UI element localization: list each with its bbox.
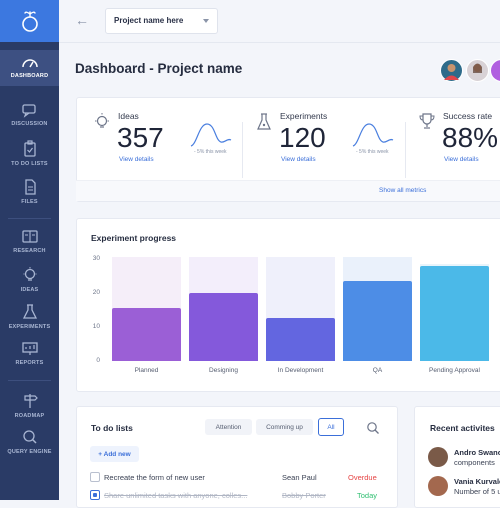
task-title: Recreate the form of new user <box>104 473 205 482</box>
sidebar-item-dashboard[interactable]: DASHBOARD <box>0 50 59 86</box>
sidebar-item-to-do-lists[interactable]: TO DO LISTS <box>0 140 59 170</box>
metric-divider <box>405 122 406 178</box>
activity-user: Vania Kurvale <box>454 477 500 486</box>
task-assignee: Bobby Porter <box>282 491 326 500</box>
avatar[interactable] <box>428 447 448 467</box>
y-tick-label: 30 <box>92 254 100 262</box>
metric-label: Success rate <box>443 111 493 121</box>
avatar[interactable] <box>490 59 500 82</box>
todo-title: To do lists <box>91 423 133 433</box>
trophy-icon <box>419 113 435 129</box>
avatar[interactable] <box>440 59 463 82</box>
bar[interactable] <box>266 318 335 361</box>
sidebar-item-discussion[interactable]: DISCUSSION <box>0 104 59 134</box>
back-arrow-icon[interactable]: ← <box>75 12 89 28</box>
sidebar-item-reports[interactable]: REPORTS <box>0 341 59 371</box>
sidebar: DASHBOARD DISCUSSION TO DO LISTS FILES R… <box>0 0 59 500</box>
project-select-value: Project name here <box>114 16 184 25</box>
metric-change: - 5% this week <box>194 149 227 155</box>
view-details-link[interactable]: View details <box>119 156 154 163</box>
book-icon <box>21 230 38 243</box>
app-logo[interactable] <box>0 0 59 42</box>
show-all-metrics-link[interactable]: Show all metrics <box>379 187 426 194</box>
task-checkbox[interactable] <box>90 472 100 482</box>
file-icon <box>24 179 36 195</box>
sidebar-item-experiments[interactable]: EXPERIMENTS <box>0 303 59 333</box>
sparkline <box>190 123 232 147</box>
project-select[interactable]: Project name here <box>105 8 218 34</box>
y-tick-label: 10 <box>92 322 100 330</box>
sidebar-item-label: FILES <box>21 199 38 205</box>
sidebar-item-label: IDEAS <box>20 287 39 293</box>
top-bar: ← Project name here <box>59 0 500 43</box>
page-title: Dashboard - Project name <box>75 61 243 76</box>
metric-label: Experiments <box>280 111 328 121</box>
signpost-icon <box>23 394 38 408</box>
filter-all-button[interactable]: All <box>318 418 344 436</box>
sidebar-item-query-engine[interactable]: QUERY ENGINE <box>0 428 59 458</box>
metric-value: 357 <box>117 122 164 153</box>
chat-icon <box>21 104 36 118</box>
sidebar-item-research[interactable]: RESEARCH <box>0 229 59 259</box>
avatar[interactable] <box>428 476 448 496</box>
chevron-down-icon <box>203 19 209 23</box>
task-title: Share unlimited tasks with anyone, colle… <box>104 491 248 500</box>
lightbulb-icon <box>23 267 36 281</box>
metrics-footer: Show all metrics <box>76 180 500 201</box>
sidebar-item-label: QUERY ENGINE <box>7 449 52 455</box>
metric-value: 120 <box>279 122 326 153</box>
sidebar-item-roadmap[interactable]: ROADMAP <box>0 392 59 422</box>
task-status: Today <box>357 491 378 500</box>
search-icon[interactable] <box>366 421 380 435</box>
sidebar-divider <box>8 218 51 219</box>
metric-label: Ideas <box>118 111 139 121</box>
view-details-link[interactable]: View details <box>281 156 316 163</box>
add-new-button[interactable]: + Add new <box>90 446 139 462</box>
x-tick-label: Pending Approval <box>429 367 480 374</box>
bar[interactable] <box>420 265 489 361</box>
y-tick-label: 0 <box>96 357 100 364</box>
sidebar-item-label: RESEARCH <box>13 248 46 254</box>
user-photo <box>444 64 459 80</box>
sidebar-item-label: DISCUSSION <box>11 121 48 127</box>
activity-user: Andro Swano <box>454 448 500 457</box>
task-checkbox[interactable] <box>90 490 100 500</box>
activities-title: Recent activites <box>430 423 495 433</box>
filter-coming-up-button[interactable]: Comming up <box>256 419 313 435</box>
task-status: Overdue <box>348 473 377 482</box>
user-photo <box>473 63 482 73</box>
presentation-icon <box>21 342 38 355</box>
task-assignee: Sean Paul <box>282 473 317 482</box>
lightbulb-icon <box>95 113 109 128</box>
bar[interactable] <box>189 292 258 361</box>
chart-title: Experiment progress <box>91 233 177 243</box>
sidebar-item-ideas[interactable]: IDEAS <box>0 266 59 296</box>
gauge-icon <box>21 59 38 68</box>
flask-icon <box>257 113 271 130</box>
flask-logo-icon <box>21 11 38 32</box>
y-tick-label: 20 <box>92 288 100 296</box>
bar[interactable] <box>112 308 181 361</box>
sidebar-item-files[interactable]: FILES <box>0 178 59 208</box>
activity-detail: Number of 5 up <box>454 487 500 496</box>
magnifier-icon <box>22 430 37 444</box>
sidebar-item-label: DASHBOARD <box>10 73 49 79</box>
bar[interactable] <box>343 280 412 361</box>
sidebar-item-label: EXPERIMENTS <box>8 324 51 330</box>
sidebar-item-label: ROADMAP <box>14 413 45 419</box>
sidebar-item-label: REPORTS <box>15 360 44 366</box>
clipboard-icon <box>23 140 36 157</box>
metric-value: 88% <box>442 122 499 153</box>
sidebar-item-label: TO DO LISTS <box>11 161 48 167</box>
sidebar-divider <box>8 380 51 381</box>
metric-divider <box>242 122 243 178</box>
view-details-link[interactable]: View details <box>444 156 479 163</box>
sparkline <box>352 123 394 147</box>
activity-detail: components <box>454 458 495 467</box>
avatar[interactable] <box>466 59 489 82</box>
metric-change: - 5% this week <box>356 149 389 155</box>
flask-icon <box>22 304 37 319</box>
filter-attention-button[interactable]: Attention <box>205 419 252 435</box>
